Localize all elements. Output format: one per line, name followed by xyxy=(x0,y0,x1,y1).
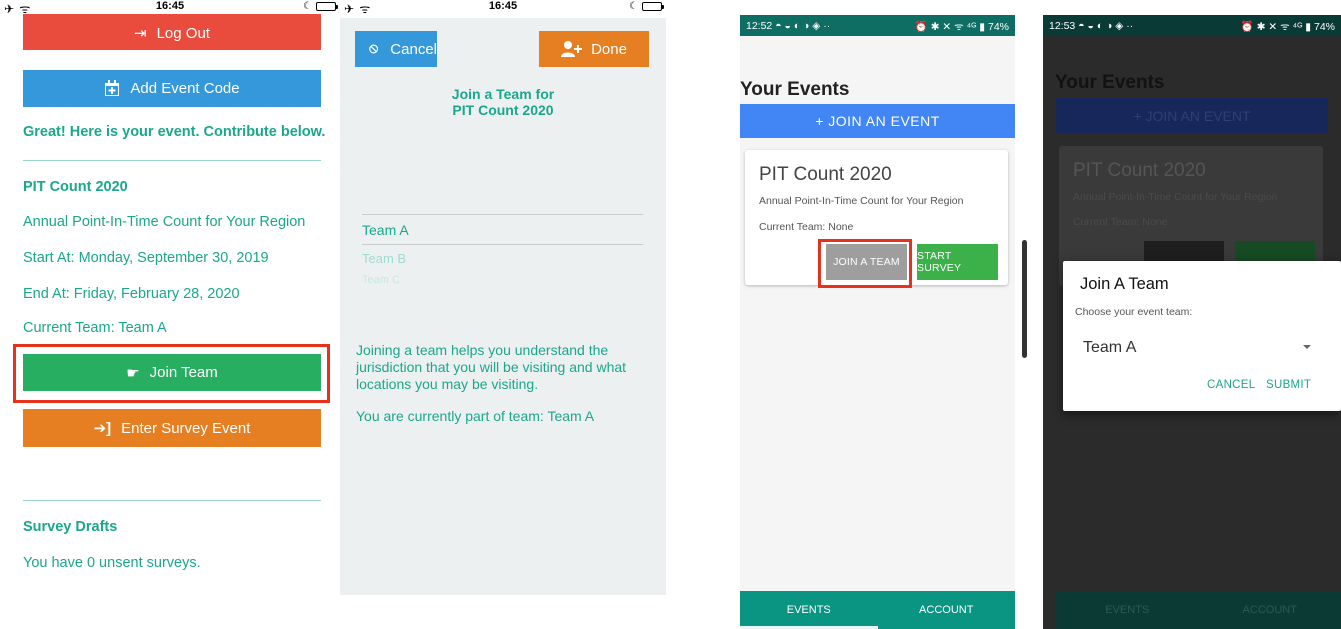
start-survey-button[interactable]: START SURVEY xyxy=(917,244,998,280)
card-team: Current Team: None xyxy=(759,221,854,233)
notification-icons: ◓ ◒ ◐ ◑ ◈ ·· xyxy=(775,20,831,32)
status-bar: 12:52 ◓ ◒ ◐ ◑ ◈ ·· ⏰ ✱ ✕ ᯤ ⁴ᴳ ▮ 74% xyxy=(740,15,1015,36)
card-title: PIT Count 2020 xyxy=(759,164,892,185)
android-events-screen: 12:52 ◓ ◒ ◐ ◑ ◈ ·· ⏰ ✱ ✕ ᯤ ⁴ᴳ ▮ 74% Your… xyxy=(740,15,1015,629)
status-bar: ✈︎ ᯤ 16:45 ☾ xyxy=(0,0,340,16)
event-end-date: End At: Friday, February 28, 2020 xyxy=(23,286,240,302)
dialog-cancel-button[interactable]: CANCEL xyxy=(1207,379,1255,391)
logout-icon: ⇥ xyxy=(134,25,147,42)
highlight-box xyxy=(13,344,330,403)
battery-icon xyxy=(642,2,664,11)
card-team: Current Team: None xyxy=(1073,216,1168,228)
add-user-icon xyxy=(561,41,583,57)
status-time: 12:53 xyxy=(1049,20,1076,32)
bottom-tab-bar: EVENTS ACCOUNT xyxy=(740,591,1015,629)
logout-label: Log Out xyxy=(156,25,210,42)
card-description: Annual Point-In-Time Count for Your Regi… xyxy=(759,195,964,207)
enter-survey-button[interactable]: ➔] Enter Survey Event xyxy=(23,409,321,447)
help-text: Joining a team helps you understand the … xyxy=(356,342,627,392)
logout-button[interactable]: ⇥ Log Out xyxy=(23,14,321,50)
divider xyxy=(23,500,321,501)
ios-join-team-screen: ✈︎ ᯤ 16:45 ☾ Cancel Done Join a Team for… xyxy=(340,0,666,595)
status-time: 12:52 xyxy=(746,20,773,32)
moon-icon: ☾ xyxy=(303,1,312,12)
ios-event-screen: ✈︎ ᯤ 16:45 ☾ ⇥ Log Out Add Event Code Gr… xyxy=(0,0,340,629)
status-time: 16:45 xyxy=(155,0,185,12)
ban-icon xyxy=(369,44,379,54)
calendar-plus-icon xyxy=(105,80,120,96)
tab-account[interactable]: ACCOUNT xyxy=(878,591,1016,629)
join-team-dialog: Join A Team Choose your event team: Team… xyxy=(1063,261,1341,411)
drafts-title: Survey Drafts xyxy=(23,519,118,535)
status-time: 16:45 xyxy=(488,0,518,12)
drafts-text: You have 0 unsent surveys. xyxy=(23,555,201,571)
dialog-submit-button[interactable]: SUBMIT xyxy=(1266,379,1311,391)
card-title: PIT Count 2020 xyxy=(1073,160,1206,181)
tab-events: EVENTS xyxy=(1105,604,1150,616)
add-event-code-label: Add Event Code xyxy=(130,80,240,97)
system-icons: ⏰ ✱ ✕ ᯤ ⁴ᴳ ▮ 74% xyxy=(914,21,1009,33)
chevron-down-icon[interactable] xyxy=(1303,345,1311,349)
page-title: Join a Team for PIT Count 2020 xyxy=(451,86,555,118)
done-button[interactable]: Done xyxy=(539,31,649,67)
notification-icons: ◓ ◒ ◐ ◑ ◈ ·· xyxy=(1078,20,1134,32)
add-event-code-button[interactable]: Add Event Code xyxy=(23,70,321,107)
status-bar: 12:53 ◓ ◒ ◐ ◑ ◈ ·· ⏰ ✱ ✕ ᯤ ⁴ᴳ ▮ 74% xyxy=(1043,15,1341,36)
battery-icon xyxy=(316,2,338,11)
device-edge xyxy=(1022,240,1027,358)
cancel-button[interactable]: Cancel xyxy=(355,31,437,67)
divider xyxy=(23,160,321,161)
status-bar: ✈︎ ᯤ 16:45 ☾ xyxy=(340,0,666,18)
event-description: Annual Point-In-Time Count for Your Regi… xyxy=(23,214,306,230)
picker-item-team-b[interactable]: Team B xyxy=(362,251,406,266)
enter-survey-label: Enter Survey Event xyxy=(121,419,251,437)
event-start-date: Start At: Monday, September 30, 2019 xyxy=(23,250,269,266)
current-team: Current Team: Team A xyxy=(23,320,167,336)
screenshot-collage: ✈︎ ᯤ 16:45 ☾ ⇥ Log Out Add Event Code Gr… xyxy=(0,0,1341,629)
event-message: Great! Here is your event. Contribute be… xyxy=(23,124,326,140)
bottom-tab-bar: EVENTS ACCOUNT xyxy=(1056,591,1341,629)
picker-divider xyxy=(362,244,643,245)
tab-events[interactable]: EVENTS xyxy=(740,591,878,629)
join-event-button[interactable]: + JOIN AN EVENT xyxy=(740,104,1015,138)
picker-item-team-a[interactable]: Team A xyxy=(362,222,409,238)
card-description: Annual Point-In-Time Count for Your Regi… xyxy=(1073,191,1278,203)
sign-in-icon: ➔] xyxy=(93,420,112,437)
current-team-text: You are currently part of team: Team A xyxy=(356,408,595,424)
android-join-dialog-screen: 12:53 ◓ ◒ ◐ ◑ ◈ ·· ⏰ ✱ ✕ ᯤ ⁴ᴳ ▮ 74% Your… xyxy=(1043,15,1341,629)
join-event-button: + JOIN AN EVENT xyxy=(1056,98,1328,133)
moon-icon: ☾ xyxy=(629,1,638,12)
done-label: Done xyxy=(591,40,627,58)
highlight-box xyxy=(818,239,912,288)
page-title: Your Events xyxy=(740,79,850,100)
event-name: PIT Count 2020 xyxy=(23,179,128,195)
picker-item-team-c[interactable]: Team C xyxy=(362,274,400,286)
tab-account: ACCOUNT xyxy=(1242,604,1297,616)
team-select[interactable]: Team A xyxy=(1083,339,1136,357)
picker-divider xyxy=(362,214,643,215)
dialog-subtitle: Choose your event team: xyxy=(1075,306,1193,318)
dialog-title: Join A Team xyxy=(1080,275,1169,293)
system-icons: ⏰ ✱ ✕ ᯤ ⁴ᴳ ▮ 74% xyxy=(1240,21,1335,33)
page-title: Your Events xyxy=(1055,72,1165,93)
cancel-label: Cancel xyxy=(390,40,437,58)
